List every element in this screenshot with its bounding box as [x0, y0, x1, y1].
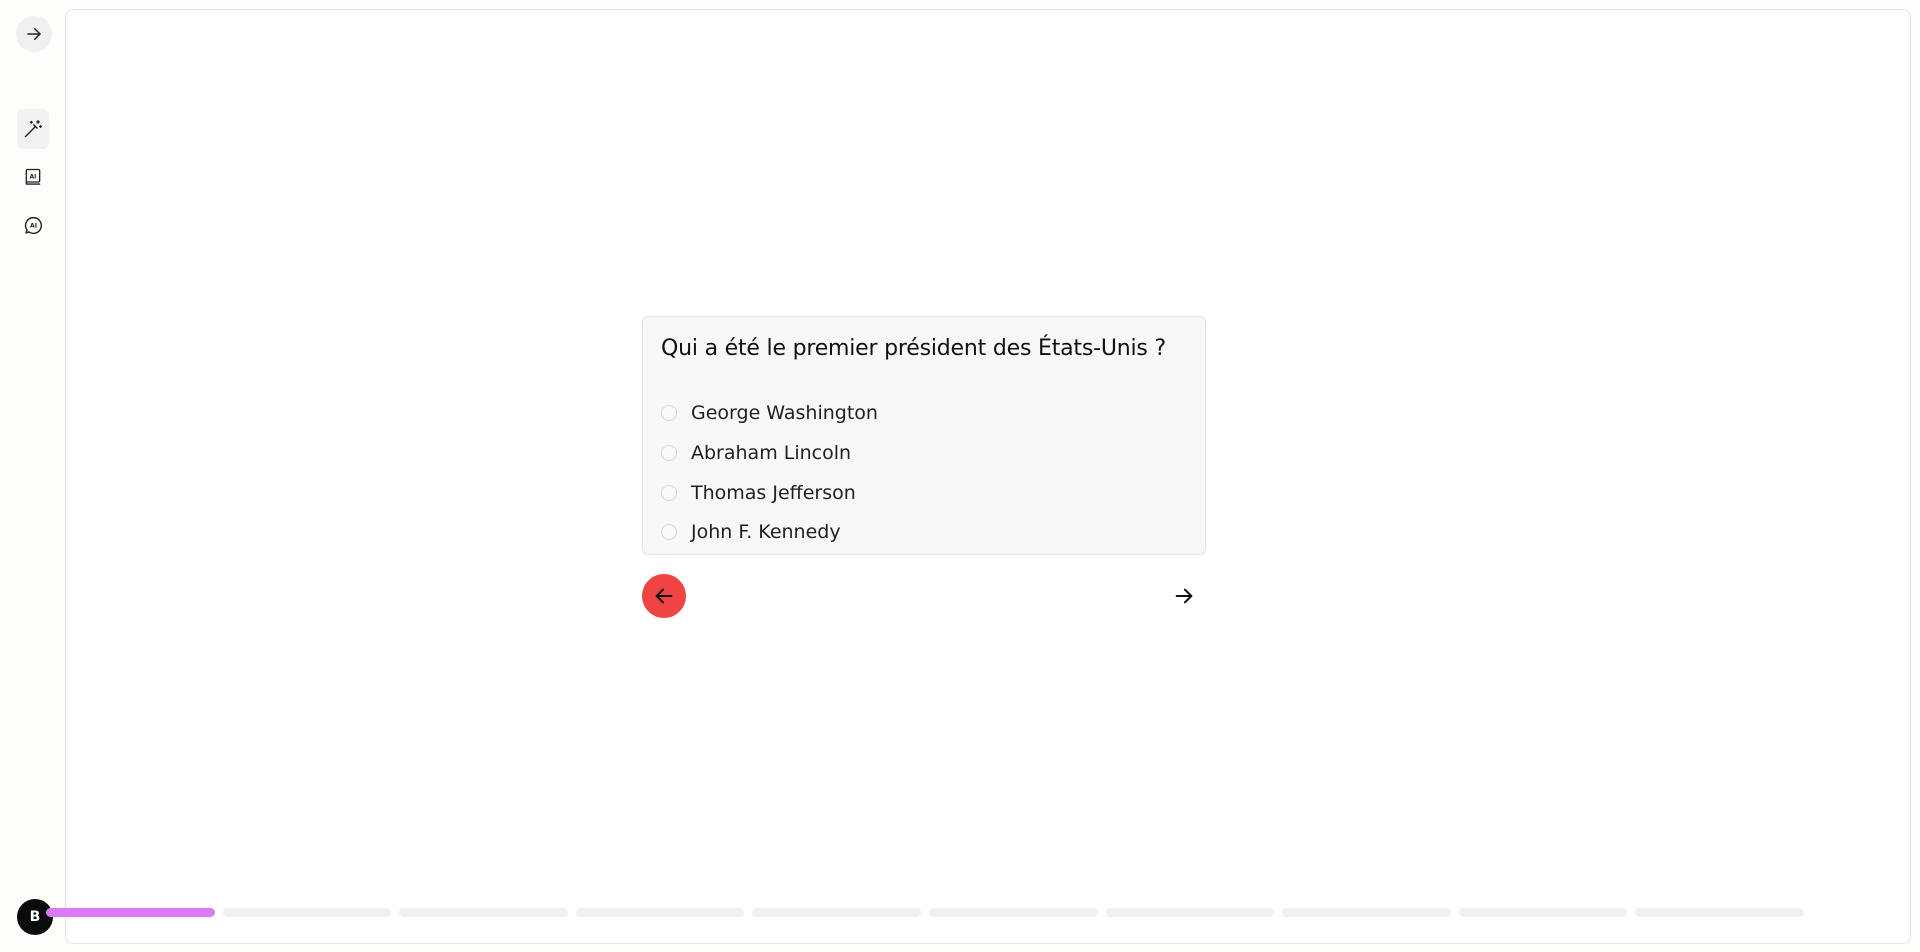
progress-segment — [1635, 908, 1804, 917]
previous-question-button[interactable] — [642, 574, 686, 618]
arrow-right-icon — [27, 28, 41, 40]
answer-option[interactable]: Thomas Jefferson — [661, 478, 856, 508]
radio-button[interactable] — [661, 405, 677, 421]
magic-wand-icon — [24, 119, 43, 138]
option-label: Abraham Lincoln — [691, 442, 852, 464]
option-label: George Washington — [691, 402, 878, 424]
svg-text:AI: AI — [29, 222, 36, 229]
arrow-right-icon — [1175, 588, 1193, 604]
ai-chat-icon: AI — [24, 216, 42, 234]
progress-segment — [222, 908, 392, 917]
progress-segment — [46, 908, 215, 917]
answer-option[interactable]: George Washington — [661, 398, 878, 428]
ai-book-button[interactable]: AI — [17, 157, 49, 197]
svg-text:AI: AI — [30, 174, 37, 180]
option-label: John F. Kennedy — [691, 521, 841, 543]
sidebar: AI AI B — [0, 0, 66, 952]
progress-segment — [1282, 908, 1451, 917]
progress-segment — [1458, 908, 1628, 917]
ai-chat-button[interactable]: AI — [17, 205, 49, 245]
quiz-progress-bar — [46, 908, 1804, 917]
ai-book-icon: AI — [25, 168, 41, 185]
answer-option[interactable]: John F. Kennedy — [661, 517, 841, 547]
question-text: Qui a été le premier président des États… — [661, 336, 1166, 361]
progress-segment — [1105, 908, 1275, 917]
arrow-left-icon — [655, 588, 673, 604]
expand-sidebar-button[interactable] — [16, 16, 52, 52]
avatar-initial: B — [29, 909, 41, 925]
radio-button[interactable] — [661, 445, 677, 461]
progress-segment — [575, 908, 745, 917]
radio-button[interactable] — [661, 485, 677, 501]
option-label: Thomas Jefferson — [691, 482, 856, 504]
radio-button[interactable] — [661, 524, 677, 540]
magic-wand-button[interactable] — [17, 109, 49, 149]
progress-segment — [752, 908, 921, 917]
user-avatar[interactable]: B — [17, 899, 53, 935]
next-question-button[interactable] — [1162, 574, 1206, 618]
progress-segment — [399, 908, 568, 917]
quiz-card: Qui a été le premier président des États… — [642, 316, 1206, 555]
answer-option[interactable]: Abraham Lincoln — [661, 438, 851, 468]
progress-segment — [928, 908, 1098, 917]
